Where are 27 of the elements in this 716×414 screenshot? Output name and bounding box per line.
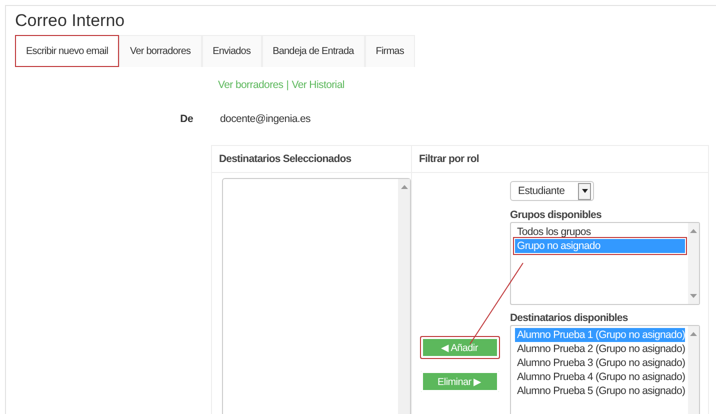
recipients-list[interactable]: Alumno Prueba 1 (Grupo no asignado) Alumno Prueba 2 (Grupo no asignado) Alumno Prueba 3 (Grupo no asignado) Alumno Prueba 4 (Grupo no asignado) Alumno Prueba 5 (Grupo no asignado) [510,325,700,414]
tab[interactable]: Bandeja de Entrada [262,35,365,67]
column-heading: Filtrar por rol [412,146,708,173]
list-option[interactable]: Alumno Prueba 5 (Grupo no asignado) [515,384,685,398]
caret-icon [582,189,588,193]
list-option[interactable]: Alumno Prueba 2 (Grupo no asignado) [515,342,685,356]
column-heading: Destinatarios Seleccionados [212,146,412,173]
scroll-up-icon[interactable] [401,185,408,189]
list-option[interactable]: Alumno Prueba 3 (Grupo no asignado) [515,356,685,370]
tab[interactable]: Firmas [364,35,415,67]
link-separator: | [286,79,289,91]
scroll-down-icon[interactable] [690,294,697,298]
field-label: De [179,113,193,125]
tab[interactable]: Escribir nuevo email [15,35,120,67]
sender-address: docente@ingenia.es [220,113,310,125]
tab[interactable]: Ver borradores [119,35,202,67]
list-label: Destinatarios disponibles [510,312,629,324]
role-select[interactable]: Estudiante [510,181,594,201]
page-title: Correo Interno [15,10,126,32]
groups-list[interactable]: Todos los grupos Grupo no asignado [510,222,700,305]
scroll-up-icon[interactable] [690,229,697,233]
list-label: Grupos disponibles [510,209,602,221]
tab[interactable]: Enviados [202,35,262,67]
scroll-up-icon[interactable] [690,332,697,336]
list-option[interactable]: Todos los grupos [515,225,685,239]
list-option[interactable]: Alumno Prueba 4 (Grupo no asignado) [515,370,685,384]
scrollbar[interactable] [398,179,410,414]
